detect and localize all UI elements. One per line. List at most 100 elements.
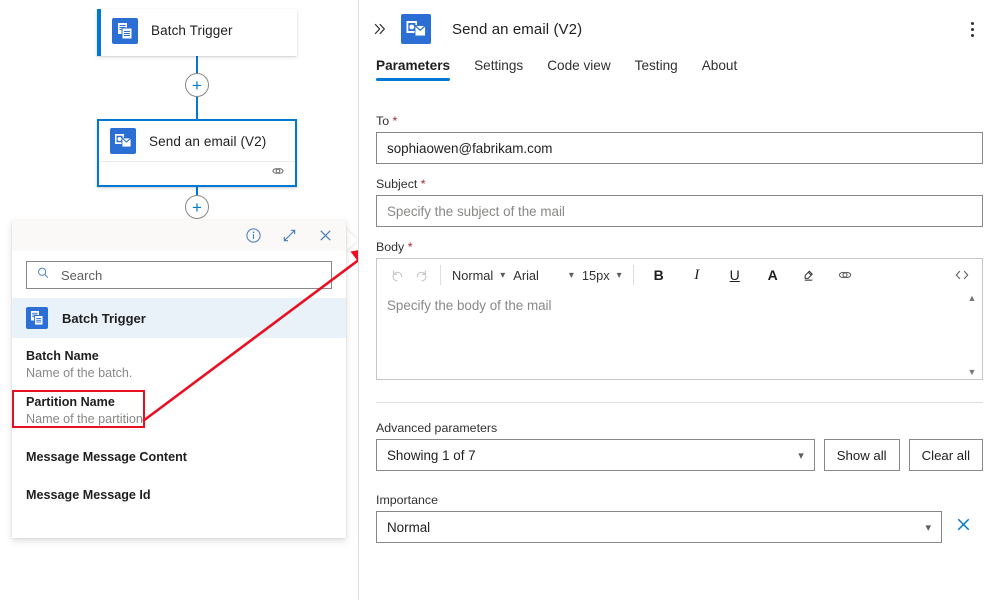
search-icon <box>36 266 50 285</box>
chevron-down-icon: ▾ <box>925 521 931 534</box>
scroll-up-icon[interactable]: ▲ <box>968 293 977 303</box>
importance-section: Importance Normal ▾ <box>359 471 1000 543</box>
expand-icon[interactable] <box>280 227 298 245</box>
flyout-header <box>12 220 346 251</box>
workflow-node-send-email[interactable]: Send an email (V2) <box>97 119 297 187</box>
subject-placeholder: Specify the subject of the mail <box>387 204 565 219</box>
add-step-button[interactable]: + <box>185 73 209 97</box>
plus-icon: + <box>192 199 202 216</box>
subject-input[interactable]: Specify the subject of the mail <box>376 195 983 227</box>
field-subject: Subject * Specify the subject of the mai… <box>376 177 983 227</box>
parameters-form: To * sophiaowen@fabrikam.com Subject * S… <box>359 94 1000 380</box>
body-placeholder: Specify the body of the mail <box>387 298 552 313</box>
search-placeholder: Search <box>61 268 102 283</box>
show-all-button[interactable]: Show all <box>824 439 900 471</box>
label-text: Body <box>376 240 404 254</box>
tab-label: Settings <box>474 58 523 73</box>
token-description: Name of the partition. <box>26 411 332 428</box>
token-item-batch-name[interactable]: Batch Name Name of the batch. <box>12 344 346 388</box>
chevron-down-icon: ▾ <box>798 449 804 462</box>
plus-icon: + <box>192 77 202 94</box>
node-header: Batch Trigger <box>101 9 297 52</box>
dot <box>971 34 974 37</box>
dot <box>971 22 974 25</box>
to-input[interactable]: sophiaowen@fabrikam.com <box>376 132 983 164</box>
code-view-icon[interactable] <box>950 262 974 288</box>
font-dropdown[interactable]: Arial ▾ <box>509 262 578 288</box>
field-to: To * sophiaowen@fabrikam.com <box>376 114 983 164</box>
required-marker: * <box>417 177 425 191</box>
node-footer <box>99 161 295 185</box>
token-item-message-id[interactable]: Message Message Id <box>12 483 346 510</box>
chevron-down-icon: ▾ <box>569 270 574 281</box>
field-body-label: Body * <box>376 240 983 254</box>
tab-testing[interactable]: Testing <box>623 58 690 81</box>
field-to-label: To * <box>376 114 983 128</box>
scroll-down-icon[interactable]: ▼ <box>968 367 977 377</box>
link-icon[interactable] <box>271 164 285 183</box>
advanced-parameters-label: Advanced parameters <box>376 421 983 435</box>
close-icon[interactable] <box>952 515 974 540</box>
bold-button[interactable]: B <box>647 262 671 288</box>
style-dropdown[interactable]: Normal ▾ <box>448 262 509 288</box>
importance-dropdown[interactable]: Normal ▾ <box>376 511 942 543</box>
token-item-partition-name[interactable]: Partition Name Name of the partition. <box>12 390 346 434</box>
close-icon[interactable] <box>316 227 334 245</box>
link-icon[interactable] <box>833 262 857 288</box>
token-item-message-content[interactable]: Message Message Content <box>12 445 346 472</box>
token-name: Batch Name <box>26 348 332 365</box>
tab-underline <box>376 78 450 81</box>
font-size-dropdown[interactable]: 15px ▾ <box>578 262 626 288</box>
tab-code-view[interactable]: Code view <box>535 58 622 81</box>
tab-about[interactable]: About <box>690 58 750 81</box>
chevron-down-icon: ▾ <box>500 270 505 281</box>
redo-icon[interactable] <box>409 262 433 288</box>
required-marker: * <box>404 240 412 254</box>
field-body: Body * <box>376 240 983 380</box>
tab-label: Parameters <box>376 58 450 73</box>
flyout-search-area: Search <box>12 251 346 298</box>
advanced-parameters-row: Showing 1 of 7 ▾ Show all Clear all <box>376 439 983 471</box>
font-value: Arial <box>513 268 539 283</box>
tab-parameters[interactable]: Parameters <box>376 58 462 81</box>
info-icon[interactable] <box>244 227 262 245</box>
font-color-button[interactable]: A <box>761 262 785 288</box>
label-text: Subject <box>376 177 417 191</box>
add-step-button[interactable]: + <box>185 195 209 219</box>
panel-tabs: Parameters Settings Code view Testing Ab… <box>359 58 1000 94</box>
underline-button[interactable]: U <box>723 262 747 288</box>
editor-scrollbar[interactable]: ▲ ▼ <box>966 293 978 377</box>
importance-value: Normal <box>387 520 430 535</box>
required-marker: * <box>389 114 397 128</box>
clear-all-button[interactable]: Clear all <box>909 439 983 471</box>
node-title: Send an email (V2) <box>149 134 266 149</box>
dot <box>971 28 974 31</box>
chevron-double-right-icon[interactable] <box>367 16 393 42</box>
panel-title: Send an email (V2) <box>452 21 582 38</box>
italic-button[interactable]: I <box>685 262 709 288</box>
batch-trigger-icon <box>26 307 48 329</box>
outlook-icon <box>401 14 431 44</box>
app-root: Batch Trigger + Send an email (V2) <box>0 0 1000 600</box>
more-vertical-icon[interactable] <box>960 17 984 41</box>
body-rich-text-editor: Normal ▾ Arial ▾ 15px ▾ B I <box>376 258 983 380</box>
node-title: Batch Trigger <box>151 23 233 38</box>
action-details-panel: Send an email (V2) Parameters Settings C… <box>359 0 1000 600</box>
token-name: Message Message Content <box>26 449 332 466</box>
chevron-down-icon: ▾ <box>617 270 622 281</box>
search-input[interactable]: Search <box>26 261 332 289</box>
batch-trigger-icon <box>112 18 138 44</box>
body-input[interactable]: Specify the body of the mail ▲ ▼ <box>377 291 982 379</box>
style-value: Normal <box>452 268 493 283</box>
toolbar-divider <box>633 265 634 285</box>
font-size-value: 15px <box>582 268 610 283</box>
advanced-parameters-dropdown[interactable]: Showing 1 of 7 ▾ <box>376 439 815 471</box>
label-text: To <box>376 114 389 128</box>
workflow-node-batch-trigger[interactable]: Batch Trigger <box>97 9 297 56</box>
editor-toolbar: Normal ▾ Arial ▾ 15px ▾ B I <box>377 259 982 291</box>
highlight-icon[interactable] <box>797 262 821 288</box>
importance-row: Normal ▾ <box>376 511 983 543</box>
tab-settings[interactable]: Settings <box>462 58 535 81</box>
token-group-header[interactable]: Batch Trigger <box>12 298 346 338</box>
undo-icon[interactable] <box>385 262 409 288</box>
